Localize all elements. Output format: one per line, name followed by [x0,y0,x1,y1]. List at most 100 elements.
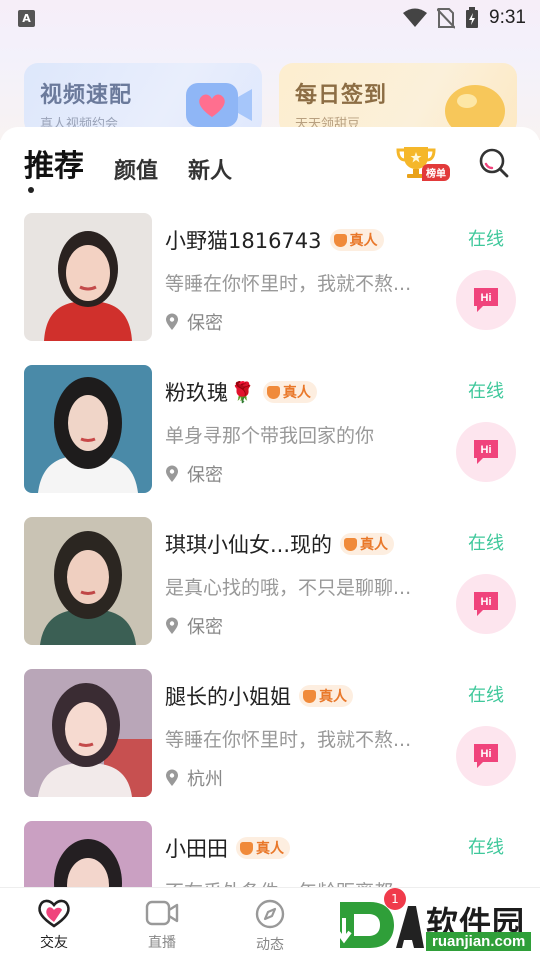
online-status: 在线 [468,837,504,858]
compass-icon [255,899,285,929]
nav-live[interactable]: 直播 [108,888,216,960]
active-tab-indicator [28,187,34,193]
verified-label: 真人 [349,233,378,249]
user-list-item[interactable]: 琪琪小仙女...现的 真人 是真心找的哦，不只是聊聊... 保密 在线 Hi [0,517,540,669]
avatar[interactable] [24,669,152,797]
shield-icon [303,689,316,703]
hi-bubble-icon: Hi [474,744,498,768]
nav-label: 动态 [256,937,284,953]
user-name: 粉玖瑰 [165,381,228,405]
watermark-logo: 软件园 ruanjian.com [336,892,536,958]
ranking-badge: 榜单 [422,164,450,181]
hi-text: Hi [481,748,492,760]
shield-icon [240,841,253,855]
hi-text: Hi [481,596,492,608]
banner-title: 每日签到 [295,83,388,108]
name-line: 腿长的小姐姐 真人 [165,681,353,711]
category-tabs: 推荐 颜值 新人 [24,141,262,185]
watermark-da-icon [336,902,424,948]
hi-bubble-icon: Hi [474,440,498,464]
heart-chat-icon [38,899,70,928]
verified-label: 真人 [282,385,311,401]
name-line: 小野猫1816743 真人 [165,225,384,255]
name-line: 粉玖瑰 🌹 真人 [165,377,317,407]
shield-icon [344,537,358,551]
user-list-item[interactable]: 粉玖瑰 🌹 真人 单身寻那个带我回家的你 保密 在线 Hi [0,365,540,517]
user-name: 腿长的小姐姐 [165,685,291,709]
status-bar: A 9:31 [0,0,540,36]
say-hi-button[interactable]: Hi [456,270,516,330]
user-bio: 是真心找的哦，不只是聊聊... [165,577,412,599]
verified-badge: 真人 [329,229,384,251]
say-hi-button[interactable]: Hi [456,726,516,786]
video-match-banner[interactable]: 视频速配 真人视频约会 [24,63,262,135]
watermark-domain: ruanjian.com [426,932,532,951]
verified-badge: 真人 [340,533,395,555]
location: 保密 [165,309,223,335]
nav-make-friends[interactable]: 交友 [0,888,108,960]
clock: 9:31 [489,7,526,28]
verified-label: 真人 [319,689,347,705]
user-list: 小野猫1816743 真人 等睡在你怀里时，我就不熬... 保密 在线 Hi 粉… [0,213,540,960]
user-name: 琪琪小仙女...现的 [165,533,333,557]
wifi-icon [403,8,428,27]
main-content: 推荐 颜值 新人 榜单 小野猫1816743 真人 等睡在你怀里时，我就不熬..… [0,127,540,949]
verified-badge: 真人 [236,837,290,859]
name-line: 琪琪小仙女...现的 真人 [165,529,395,559]
location-pin-icon [166,617,178,634]
hi-text: Hi [481,444,492,456]
hi-text: Hi [481,292,492,304]
rose-emoji: 🌹 [230,380,255,404]
online-status: 在线 [468,533,504,554]
tab-newcomers[interactable]: 新人 [188,153,232,185]
online-status: 在线 [468,381,504,402]
location: 保密 [165,461,223,487]
location-text: 保密 [187,617,223,638]
tab-looks[interactable]: 颜值 [114,153,158,185]
location-text: 保密 [187,313,223,334]
user-name: 小野猫1816743 [165,229,322,253]
user-list-item[interactable]: 小野猫1816743 真人 等睡在你怀里时，我就不熬... 保密 在线 Hi [0,213,540,365]
nav-moments[interactable]: 动态 [216,888,324,960]
battery-charging-icon [466,7,479,28]
shield-icon [266,385,280,399]
avatar[interactable] [24,365,152,493]
no-sim-icon [437,8,456,29]
nav-label: 交友 [40,935,68,951]
candy-bean-icon [445,85,505,135]
video-heart-icon [186,83,252,127]
location-pin-icon [166,313,178,330]
shield-icon [333,233,347,247]
online-status: 在线 [468,229,504,250]
verified-badge: 真人 [262,381,317,403]
app-notification-icon: A [18,9,35,27]
hi-bubble-icon: Hi [474,288,498,312]
hi-bubble-icon: Hi [474,592,498,616]
say-hi-button[interactable]: Hi [456,422,516,482]
verified-label: 真人 [256,841,284,857]
user-bio: 等睡在你怀里时，我就不熬... [165,273,412,295]
location-pin-icon [166,465,178,482]
user-name: 小田田 [165,837,228,861]
nav-label: 直播 [148,935,176,951]
user-bio: 单身寻那个带我回家的你 [165,425,375,447]
location: 杭州 [165,765,223,791]
user-bio: 等睡在你怀里时，我就不熬... [165,729,412,751]
verified-label: 真人 [360,537,389,553]
video-camera-icon [145,900,179,926]
online-status: 在线 [468,685,504,706]
ranking-button[interactable]: 榜单 [396,145,450,181]
user-list-item[interactable]: 腿长的小姐姐 真人 等睡在你怀里时，我就不熬... 杭州 在线 Hi [0,669,540,821]
search-icon[interactable] [478,147,510,179]
location-text: 保密 [187,465,223,486]
location: 保密 [165,613,223,639]
avatar[interactable] [24,517,152,645]
verified-badge: 真人 [299,685,353,707]
tab-recommend[interactable]: 推荐 [24,141,84,185]
location-text: 杭州 [187,769,223,790]
daily-checkin-banner[interactable]: 每日签到 天天领甜豆 [279,63,517,135]
avatar[interactable] [24,213,152,341]
location-pin-icon [166,769,178,786]
say-hi-button[interactable]: Hi [456,574,516,634]
name-line: 小田田 真人 [165,833,290,863]
